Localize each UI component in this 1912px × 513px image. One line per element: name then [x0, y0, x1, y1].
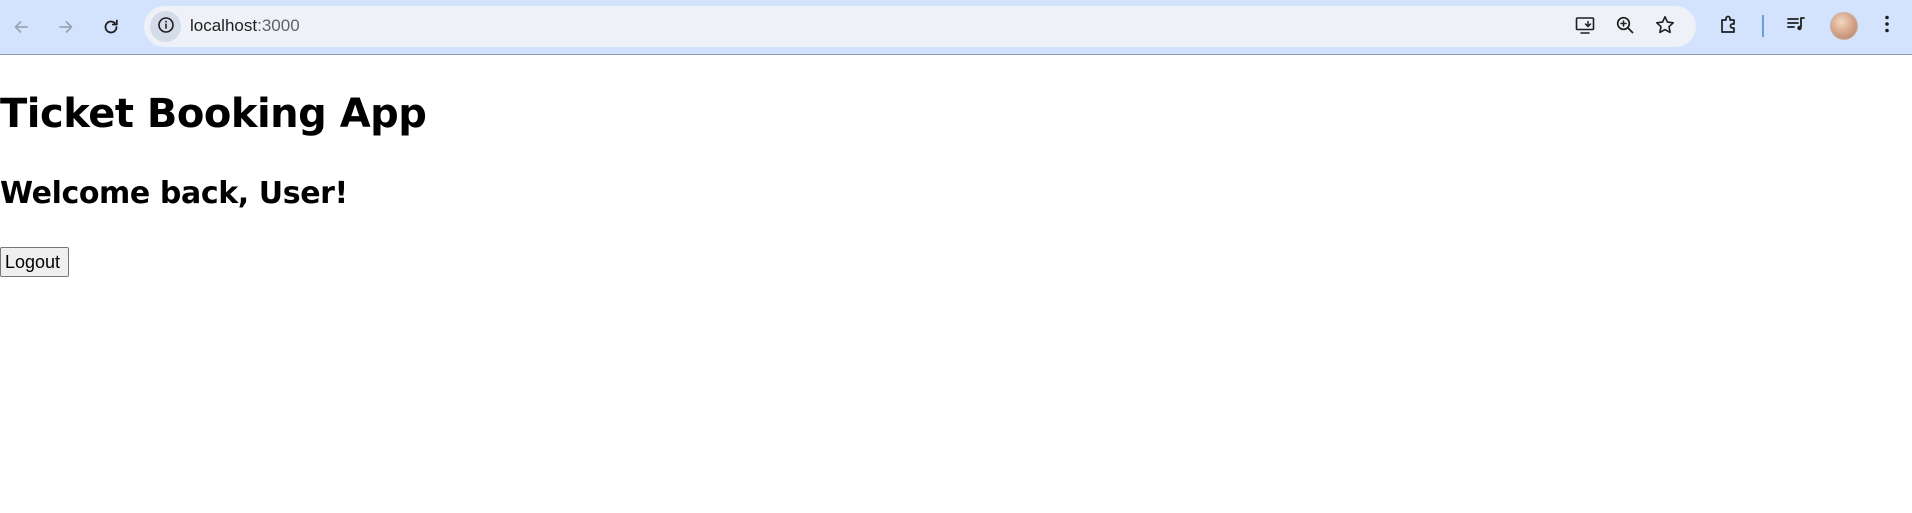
- bookmark-button[interactable]: [1651, 13, 1679, 41]
- reload-button[interactable]: [94, 10, 128, 44]
- star-icon: [1654, 14, 1676, 40]
- site-info-button[interactable]: [150, 11, 181, 42]
- url-text[interactable]: localhost:3000: [190, 16, 300, 36]
- media-controls-button[interactable]: [1781, 11, 1811, 41]
- forward-arrow-icon: [56, 17, 76, 37]
- back-button[interactable]: [4, 10, 38, 44]
- media-controls-icon: [1785, 13, 1807, 39]
- browser-menu-button[interactable]: [1872, 11, 1902, 41]
- address-bar[interactable]: localhost:3000: [144, 6, 1696, 47]
- page-content: Ticket Booking App Welcome back, User! L…: [0, 56, 1912, 513]
- avatar[interactable]: [1830, 12, 1858, 40]
- back-arrow-icon: [11, 17, 31, 37]
- forward-button[interactable]: [49, 10, 83, 44]
- url-host: localhost: [190, 16, 258, 35]
- install-app-button[interactable]: [1571, 13, 1599, 41]
- kebab-menu-icon: [1876, 13, 1898, 39]
- zoom-icon: [1614, 14, 1636, 40]
- info-icon: [157, 16, 175, 38]
- extensions-button[interactable]: [1714, 11, 1744, 41]
- zoom-button[interactable]: [1611, 13, 1639, 41]
- install-app-icon: [1574, 14, 1596, 40]
- url-port: :3000: [257, 16, 300, 35]
- puzzle-icon: [1718, 13, 1740, 39]
- toolbar-divider: [1762, 15, 1764, 37]
- logout-button[interactable]: Logout: [0, 247, 70, 277]
- browser-toolbar: localhost:3000: [0, 0, 1912, 55]
- page-title: Ticket Booking App: [0, 91, 427, 137]
- reload-icon: [101, 17, 121, 37]
- welcome-heading: Welcome back, User!: [0, 176, 348, 211]
